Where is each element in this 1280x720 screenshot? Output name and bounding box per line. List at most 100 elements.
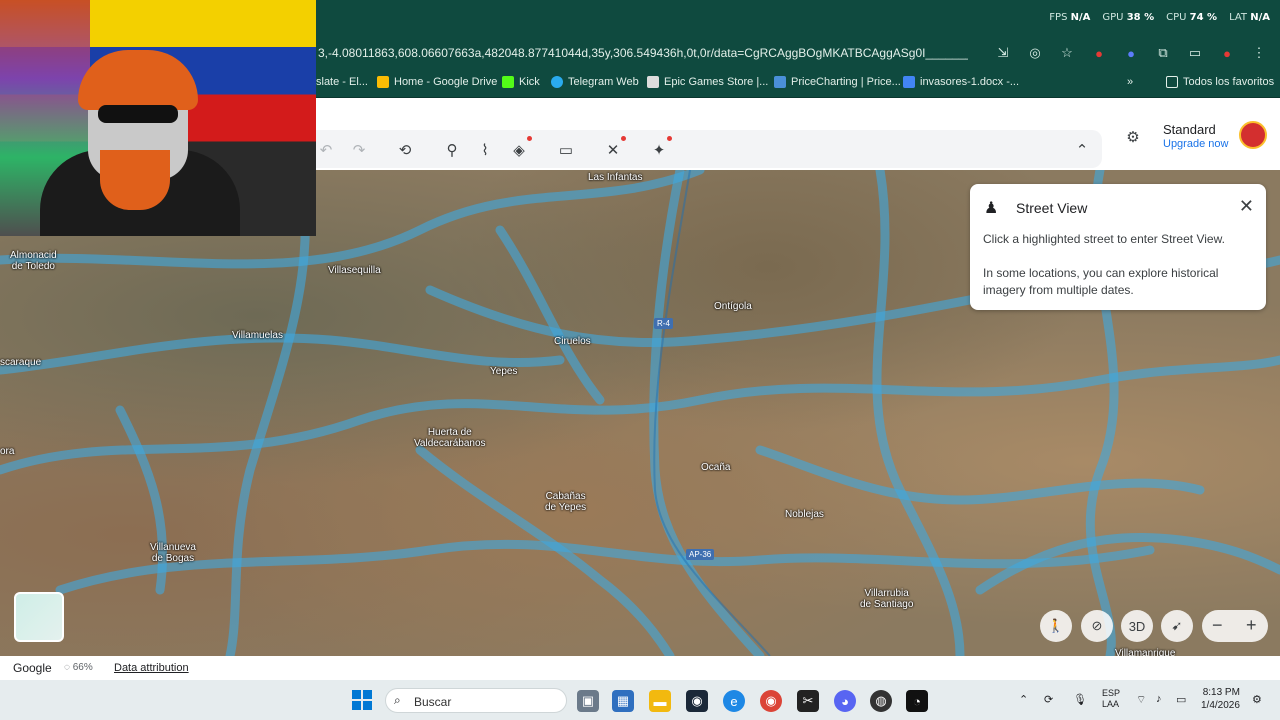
gemini-spark-icon[interactable]: ✦: [648, 136, 672, 161]
notification-icon[interactable]: ⚙: [1252, 693, 1262, 706]
google-logo-text: Google: [13, 661, 52, 675]
settings-gear-icon[interactable]: ⚙: [1122, 126, 1144, 148]
upgrade-link[interactable]: Upgrade now: [1163, 138, 1228, 150]
place-label: Ocaña: [701, 462, 731, 473]
more-bookmarks-button[interactable]: »: [1127, 76, 1133, 88]
place-label: Villamanrique: [1115, 648, 1176, 656]
microphone-icon[interactable]: 🎙: [1073, 693, 1087, 706]
volume-icon[interactable]: ♪: [1156, 693, 1162, 705]
zoom-in-button[interactable]: +: [1246, 615, 1257, 636]
streamer-scarf: [100, 150, 170, 210]
extensions-puzzle-icon[interactable]: ⧉: [1152, 42, 1174, 64]
tray-overflow-chevron-icon[interactable]: ⌃: [1019, 693, 1028, 706]
all-bookmarks-button[interactable]: Todos los favoritos: [1166, 76, 1274, 88]
bookmark-star-icon[interactable]: ☆: [1056, 42, 1078, 64]
obs-icon[interactable]: ◍: [870, 690, 892, 712]
address-bar-actions: ⇲ ◎ ☆ ● ● ⧉ ▭ ● ⋮: [992, 42, 1270, 64]
file-explorer-icon[interactable]: ▬: [649, 690, 671, 712]
location-off-icon[interactable]: ⊘: [1081, 610, 1113, 642]
side-panel-icon[interactable]: ▭: [1184, 42, 1206, 64]
street-view-info-card: ♟ Street View ✕ Click a highlighted stre…: [970, 184, 1266, 310]
battery-icon[interactable]: ▭: [1176, 693, 1186, 706]
maps-footer: Google ◌ 66% Data attribution: [0, 656, 1280, 680]
streamer-hood: [78, 50, 198, 110]
loading-progress: ◌ 66%: [64, 662, 93, 673]
streamer-sunglasses: [98, 105, 178, 123]
calculator-icon[interactable]: ▦: [612, 690, 634, 712]
street-view-text-2: In some locations, you can explore histo…: [983, 266, 1219, 297]
browser-menu-icon[interactable]: ⋮: [1248, 42, 1270, 64]
docs-icon: [903, 76, 915, 88]
close-icon[interactable]: ✕: [1239, 196, 1254, 217]
folder-icon: [1166, 76, 1178, 88]
street-view-title: Street View: [1016, 200, 1088, 216]
search-icon: ⌕: [394, 693, 401, 707]
add-path-icon[interactable]: ⌇: [474, 139, 496, 161]
layers-icon[interactable]: ◈: [508, 136, 532, 161]
telegram-icon: [551, 76, 563, 88]
bookmark-item[interactable]: Kick: [502, 76, 540, 88]
place-label: Las Infantas: [588, 172, 643, 183]
bookmark-item[interactable]: slate - El...: [316, 76, 368, 88]
data-attribution-link[interactable]: Data attribution: [114, 662, 189, 674]
windows-start-icon[interactable]: [352, 690, 372, 710]
taskbar-search[interactable]: ⌕ Buscar: [385, 688, 567, 713]
fps-stat: FPS N/A: [1049, 12, 1091, 23]
map-layers-thumbnail[interactable]: [14, 592, 64, 642]
measure-icon[interactable]: ▭: [555, 139, 577, 161]
bookmark-item[interactable]: Telegram Web: [551, 76, 639, 88]
collapse-chevron-icon[interactable]: ⌃: [1071, 139, 1093, 161]
chrome-icon[interactable]: ◉: [760, 690, 782, 712]
bookmark-item[interactable]: invasores-1.docx -...: [903, 76, 1019, 88]
bookmark-item[interactable]: PriceCharting | Price...: [774, 76, 901, 88]
place-label: Huerta de Valdecarábanos: [414, 427, 486, 449]
notification-dot: [527, 136, 532, 141]
search-placeholder: Buscar: [414, 695, 452, 709]
app-icon[interactable]: ◔: [906, 690, 928, 712]
undo-icon[interactable]: ↶: [315, 139, 337, 161]
road-shield: R-4: [654, 318, 673, 329]
place-label: Villanueva de Bogas: [150, 542, 196, 564]
cpu-stat: CPU 74 %: [1166, 12, 1218, 23]
profile-avatar-icon[interactable]: ●: [1216, 42, 1238, 64]
zoom-out-button[interactable]: −: [1212, 615, 1223, 636]
edge-icon[interactable]: e: [723, 690, 745, 712]
extension-blue-icon[interactable]: ●: [1120, 42, 1142, 64]
place-label: Villamuelas: [232, 330, 283, 341]
install-app-icon[interactable]: ⇲: [992, 42, 1014, 64]
url-text[interactable]: 3,-4.08011863,608.06607663a,482048.87741…: [318, 46, 968, 60]
street-view-pegman-icon: ♟: [984, 200, 999, 217]
add-placemark-icon[interactable]: ⚲: [441, 139, 463, 161]
extension-red-icon[interactable]: ●: [1088, 42, 1110, 64]
input-language[interactable]: ESP LAA: [1102, 688, 1120, 710]
bookmark-item[interactable]: Epic Games Store |...: [647, 76, 768, 88]
place-label: Ontígola: [714, 301, 752, 312]
toggle-3d-button[interactable]: 3D: [1121, 610, 1153, 642]
gpu-stat: GPU 38 %: [1102, 12, 1155, 23]
webcam-overlay: [0, 0, 316, 236]
epic-games-icon: [647, 76, 659, 88]
history-icon[interactable]: ⟲: [394, 139, 416, 161]
place-label: Ciruelos: [554, 336, 591, 347]
pegman-icon[interactable]: 🚶: [1040, 610, 1072, 642]
wifi-icon[interactable]: ⌔: [1136, 693, 1146, 707]
compass-icon[interactable]: ➹: [1161, 610, 1193, 642]
performance-stats: FPS N/A GPU 38 % CPU 74 % LAT N/A: [1049, 12, 1270, 23]
bookmark-item[interactable]: Home - Google Drive: [377, 76, 497, 88]
steam-icon[interactable]: ◉: [686, 690, 708, 712]
google-drive-icon: [377, 76, 389, 88]
place-label: Cabañas de Yepes: [545, 491, 587, 513]
account-avatar[interactable]: [1239, 121, 1267, 149]
plan-name: Standard: [1163, 122, 1216, 137]
place-label: Almonacid de Toledo: [10, 250, 57, 272]
google-lens-icon[interactable]: ◎: [1024, 42, 1046, 64]
taskbar-clock[interactable]: 8:13 PM 1/4/2026: [1201, 686, 1240, 712]
task-view-icon[interactable]: ▣: [577, 690, 599, 712]
redo-icon[interactable]: ↷: [348, 139, 370, 161]
discord-icon[interactable]: ◕: [834, 690, 856, 712]
zoom-control: − +: [1202, 610, 1268, 642]
capcut-icon[interactable]: ✂: [797, 690, 819, 712]
sync-icon[interactable]: ⟳: [1044, 693, 1053, 706]
tools-icon[interactable]: ✕: [602, 136, 626, 161]
tool-strip: [305, 130, 1102, 168]
